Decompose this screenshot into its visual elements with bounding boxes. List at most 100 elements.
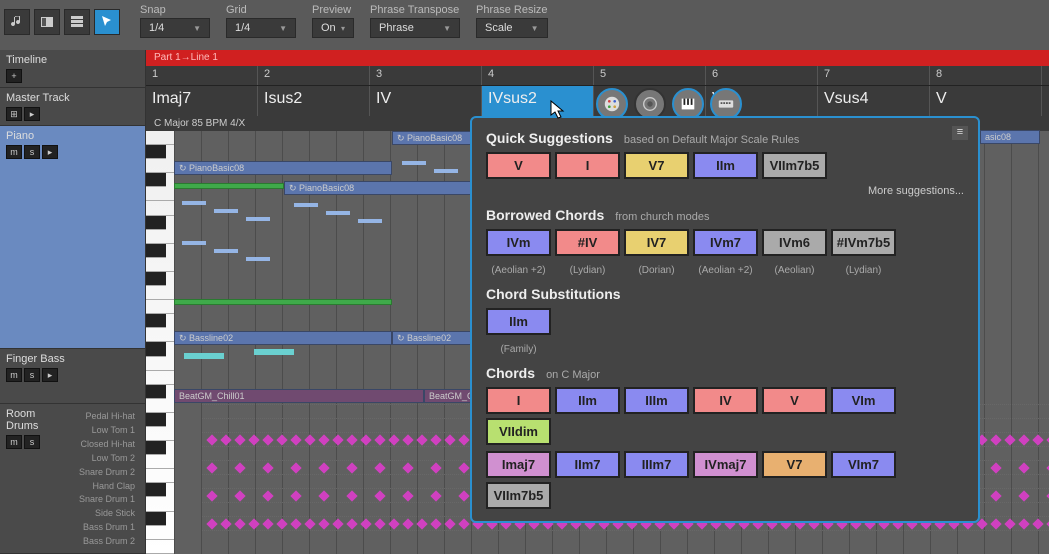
snap-label: Snap bbox=[140, 4, 210, 16]
mouse-cursor bbox=[550, 100, 566, 125]
bass-track[interactable]: Finger Bass m s ▸ bbox=[0, 349, 145, 404]
chord-button[interactable]: IVm7 bbox=[693, 229, 758, 256]
chord-button[interactable]: V bbox=[762, 387, 827, 414]
add-timeline-button[interactable]: + bbox=[6, 69, 22, 83]
drum-lane-label: Snare Drum 1 bbox=[70, 493, 139, 507]
solo-button[interactable]: s bbox=[24, 368, 40, 382]
drum-lane-label: Hand Clap bbox=[70, 480, 139, 494]
globe-icon bbox=[641, 95, 659, 113]
grid-label: Grid bbox=[226, 4, 296, 16]
chord-button[interactable]: VIm7 bbox=[831, 451, 896, 478]
popup-menu-button[interactable]: ≡ bbox=[952, 126, 968, 140]
piano-keyboard[interactable] bbox=[146, 131, 174, 554]
chord-button[interactable]: IIm7 bbox=[555, 451, 620, 478]
more-suggestions-link[interactable]: More suggestions... bbox=[486, 185, 964, 197]
drum-lane-label: Snare Drum 2 bbox=[70, 466, 139, 480]
top-toolbar: Snap 1/4▼ Grid 1/4▼ Preview On▾ Phrase T… bbox=[0, 0, 1049, 50]
ruler-bar-7[interactable]: 7 bbox=[818, 66, 930, 85]
chord-mode-note: (Aeolian +2) bbox=[693, 265, 758, 276]
chord-button[interactable]: IVmaj7 bbox=[693, 451, 758, 478]
chord-button[interactable]: IVm bbox=[486, 229, 551, 256]
ruler-bar-4[interactable]: 4 bbox=[482, 66, 594, 85]
mute-button[interactable]: m bbox=[6, 145, 22, 159]
keyboard-icon bbox=[717, 95, 735, 113]
chord-button[interactable]: V7 bbox=[624, 152, 689, 179]
chord-cell[interactable]: IVsus2 bbox=[482, 86, 594, 116]
chord-button[interactable]: VIIm7b5 bbox=[762, 152, 827, 179]
drum-lane-labels: Pedal Hi-hatLow Tom 1Closed Hi-hatLow To… bbox=[70, 408, 139, 549]
music-library-button[interactable] bbox=[4, 9, 30, 35]
piano-clip-peek[interactable]: asic08 bbox=[980, 130, 1040, 144]
bar-ruler[interactable]: 12345678 bbox=[146, 66, 1049, 86]
ruler-bar-6[interactable]: 6 bbox=[706, 66, 818, 85]
chord-button[interactable]: IIm bbox=[555, 387, 620, 414]
preview-dropdown[interactable]: On▾ bbox=[312, 18, 354, 38]
chord-button[interactable]: #IV bbox=[555, 229, 620, 256]
part-marker[interactable]: Part 1→Line 1 bbox=[146, 50, 1049, 66]
expand-button[interactable]: ▸ bbox=[42, 368, 58, 382]
drum-lane-label: Side Stick bbox=[70, 507, 139, 521]
chord-cell[interactable]: Vsus4 bbox=[818, 86, 930, 116]
master-keys-button[interactable]: ⊞ bbox=[6, 107, 22, 121]
drums-track-label: Room Drums bbox=[6, 408, 70, 432]
ruler-bar-3[interactable]: 3 bbox=[370, 66, 482, 85]
phrase-transpose-control: Phrase Transpose Phrase▼ bbox=[370, 4, 460, 38]
piano-track[interactable]: Piano m s ▸ bbox=[0, 126, 145, 349]
stack-button[interactable] bbox=[64, 9, 90, 35]
solo-button[interactable]: s bbox=[24, 145, 40, 159]
chevron-down-icon: ▼ bbox=[279, 24, 287, 33]
chord-button[interactable]: IIIm7 bbox=[624, 451, 689, 478]
panel-button[interactable] bbox=[34, 9, 60, 35]
chord-button[interactable]: IV bbox=[693, 387, 758, 414]
ruler-bar-2[interactable]: 2 bbox=[258, 66, 370, 85]
chord-button[interactable]: I bbox=[555, 152, 620, 179]
chord-button[interactable]: V bbox=[486, 152, 551, 179]
mute-button[interactable]: m bbox=[6, 435, 22, 449]
mute-button[interactable]: m bbox=[6, 368, 22, 382]
phrase-transpose-dropdown[interactable]: Phrase▼ bbox=[370, 18, 460, 38]
chord-button[interactable]: VIIdim bbox=[486, 418, 551, 445]
drum-lane-label: Closed Hi-hat bbox=[70, 438, 139, 452]
drums-track[interactable]: Room Drums m s Pedal Hi-hatLow Tom 1Clos… bbox=[0, 404, 145, 554]
chord-button[interactable]: V7 bbox=[762, 451, 827, 478]
chord-button[interactable]: IIIm bbox=[624, 387, 689, 414]
chord-button[interactable]: Imaj7 bbox=[486, 451, 551, 478]
drum-lane-label: Bass Drum 1 bbox=[70, 521, 139, 535]
quick-suggestions-title: Quick Suggestions bbox=[486, 130, 613, 146]
solo-button[interactable]: s bbox=[24, 435, 40, 449]
automation-clip[interactable] bbox=[174, 183, 284, 189]
drum-lane-label: Low Tom 2 bbox=[70, 452, 139, 466]
chord-button[interactable]: I bbox=[486, 387, 551, 414]
drum-lane-label: Pedal Hi-hat bbox=[70, 410, 139, 424]
chord-button[interactable]: IIm bbox=[486, 308, 551, 335]
chord-button[interactable]: IVm6 bbox=[762, 229, 827, 256]
borrowed-chords-title: Borrowed Chords bbox=[486, 207, 604, 223]
expand-button[interactable]: ▸ bbox=[42, 145, 58, 159]
chord-cell[interactable]: Imaj7 bbox=[146, 86, 258, 116]
chord-mode-note: (Dorian) bbox=[624, 265, 689, 276]
chord-button[interactable]: VIIm7b5 bbox=[486, 482, 551, 509]
stack-icon bbox=[69, 14, 85, 30]
phrase-resize-dropdown[interactable]: Scale▼ bbox=[476, 18, 548, 38]
chord-button[interactable]: #IVm7b5 bbox=[831, 229, 896, 256]
chord-button[interactable]: IIm bbox=[693, 152, 758, 179]
grid-control: Grid 1/4▼ bbox=[226, 4, 296, 38]
automation-clip[interactable] bbox=[174, 299, 392, 305]
chord-button[interactable]: VIm bbox=[831, 387, 896, 414]
pointer-tool-button[interactable] bbox=[94, 9, 120, 35]
preview-label: Preview bbox=[312, 4, 354, 16]
drum-lane-label: Low Tom 1 bbox=[70, 424, 139, 438]
grid-dropdown[interactable]: 1/4▼ bbox=[226, 18, 296, 38]
ruler-bar-8[interactable]: 8 bbox=[930, 66, 1042, 85]
bass-clip[interactable]: ↻ Bassline02 bbox=[174, 331, 392, 345]
chord-cell[interactable]: Isus2 bbox=[258, 86, 370, 116]
snap-dropdown[interactable]: 1/4▼ bbox=[140, 18, 210, 38]
chord-cell[interactable]: IV bbox=[370, 86, 482, 116]
ruler-bar-5[interactable]: 5 bbox=[594, 66, 706, 85]
chord-cell[interactable]: V bbox=[930, 86, 1042, 116]
chord-button[interactable]: IV7 bbox=[624, 229, 689, 256]
ruler-bar-1[interactable]: 1 bbox=[146, 66, 258, 85]
master-expand-button[interactable]: ▸ bbox=[24, 107, 40, 121]
piano-clip[interactable]: ↻ PianoBasic08 bbox=[174, 161, 392, 175]
drums-clip[interactable]: BeatGM_Chill01 bbox=[174, 389, 424, 403]
